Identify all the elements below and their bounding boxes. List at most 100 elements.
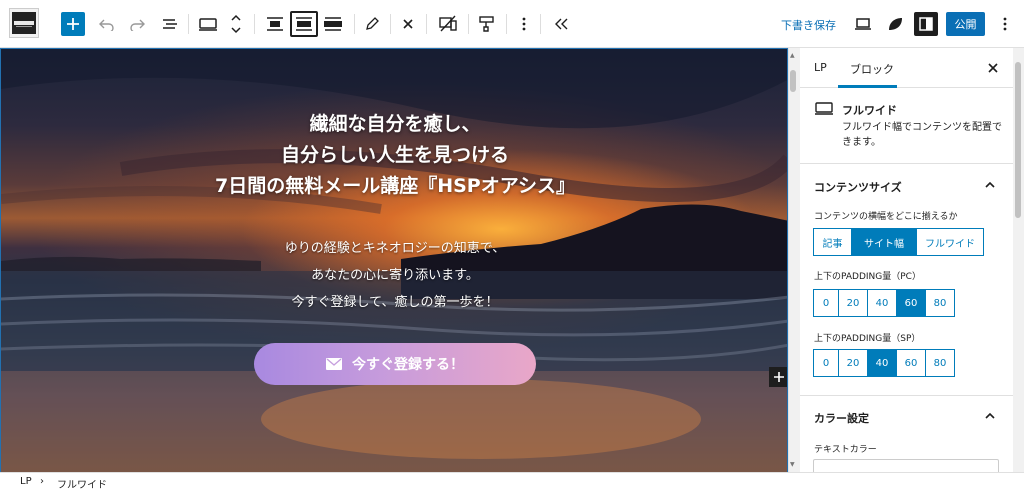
theme-button[interactable] <box>884 12 906 36</box>
align-option-full-width[interactable]: フルワイド <box>916 228 984 256</box>
text-color-label: テキストカラー <box>814 445 877 455</box>
cta-label: 今すぐ登録する！ <box>352 357 464 373</box>
padding-sp-option[interactable]: 0 <box>813 349 838 377</box>
text-color-picker[interactable] <box>813 459 999 472</box>
align-wide-button[interactable] <box>290 11 318 37</box>
toolbar-divider <box>354 14 355 34</box>
align-option-article[interactable]: 記事 <box>813 228 851 256</box>
panel-divider <box>800 395 1014 396</box>
breadcrumb-root[interactable]: LP <box>20 476 32 487</box>
padding-pc-label: 上下のPADDING量（PC） <box>814 272 921 282</box>
align-full-icon <box>324 17 342 31</box>
breadcrumb-current[interactable]: フルワイド <box>57 476 107 491</box>
close-sidebar-button[interactable] <box>986 60 1000 74</box>
full-width-block-icon <box>814 101 834 121</box>
hero-title-line: 7日間の無料メール講座『HSPオアシス』 <box>215 175 575 197</box>
close-icon <box>403 19 413 29</box>
toolbar-divider <box>390 14 391 34</box>
align-wide-icon <box>296 17 312 31</box>
undo-button[interactable] <box>96 12 116 36</box>
chevron-up-icon[interactable] <box>984 410 996 422</box>
content-size-panel-title[interactable]: コンテンツサイズ <box>814 179 902 195</box>
padding-sp-option[interactable]: 40 <box>867 349 896 377</box>
remove-button[interactable] <box>398 12 418 36</box>
desktop-preview-icon <box>855 18 871 30</box>
format-button[interactable] <box>476 12 498 36</box>
tab-lp[interactable]: LP <box>814 61 827 74</box>
padding-pc-option[interactable]: 80 <box>925 289 955 317</box>
move-up-down-icon <box>231 14 241 34</box>
padding-sp-option[interactable]: 60 <box>896 349 925 377</box>
scroll-down-arrow-icon[interactable]: ▼ <box>790 461 795 468</box>
move-block-button[interactable] <box>228 10 244 38</box>
list-view-icon <box>163 19 177 29</box>
block-inserter-button[interactable] <box>769 367 787 387</box>
publish-button[interactable]: 公開 <box>946 12 985 36</box>
hero-title: 繊細な自分を癒し、 自分らしい人生を見つける 7日間の無料メール講座『HSPオア… <box>1 109 787 202</box>
editor-toolbar: 下書き保存 公開 <box>0 0 1024 48</box>
full-width-block-canvas[interactable]: 繊細な自分を癒し、 自分らしい人生を見つける 7日間の無料メール講座『HSPオア… <box>0 48 788 472</box>
toolbar-divider <box>188 14 189 34</box>
mail-icon <box>326 358 342 370</box>
padding-sp-label: 上下のPADDING量（SP） <box>814 334 921 344</box>
hero-subtitle-line: あなたの心に寄り添います。 <box>311 268 479 283</box>
plus-icon <box>774 372 784 382</box>
align-option-site-width[interactable]: サイト幅 <box>851 228 916 256</box>
canvas-scrollbar[interactable] <box>788 48 800 472</box>
preview-button[interactable] <box>852 12 874 36</box>
scroll-up-arrow-icon[interactable]: ▲ <box>790 52 795 59</box>
padding-pc-option[interactable]: 60 <box>896 289 925 317</box>
color-panel-title[interactable]: カラー設定 <box>814 410 869 426</box>
settings-panel-icon <box>919 17 933 31</box>
site-logo[interactable] <box>9 8 39 38</box>
edit-button[interactable] <box>362 12 382 36</box>
settings-button[interactable] <box>914 12 938 36</box>
tab-block[interactable]: ブロック <box>850 61 894 77</box>
padding-pc-toggle: 0 20 40 60 80 <box>813 289 955 317</box>
canvas-scroll-thumb[interactable] <box>790 70 796 92</box>
content-align-label: コンテンツの横幅をどこに揃えるか <box>814 212 958 222</box>
align-full-button[interactable] <box>320 12 346 36</box>
settings-sidebar: LP ブロック フルワイド フルワイド幅でコンテンツを配置できます。 コンテンツ… <box>800 48 1024 472</box>
options-button[interactable] <box>998 12 1012 36</box>
block-options-button[interactable] <box>516 12 532 36</box>
breadcrumb-separator-icon: › <box>40 476 44 487</box>
paint-roller-icon <box>479 16 494 32</box>
hide-device-icon <box>439 15 457 32</box>
padding-sp-option[interactable]: 80 <box>925 349 955 377</box>
add-block-button[interactable] <box>61 12 85 36</box>
more-vertical-icon <box>522 17 526 31</box>
redo-icon <box>130 19 145 31</box>
block-name: フルワイド <box>842 104 897 117</box>
full-width-block-icon <box>199 18 217 31</box>
collapse-toolbar-button[interactable] <box>552 12 572 36</box>
align-none-icon <box>267 17 283 31</box>
toolbar-divider <box>506 14 507 34</box>
list-view-button[interactable] <box>160 12 180 36</box>
block-breadcrumb: LP › フルワイド <box>0 472 1024 491</box>
hero-title-line: 繊細な自分を癒し、 <box>309 113 481 135</box>
block-card: フルワイド フルワイド幅でコンテンツを配置できます。 <box>800 88 1024 164</box>
close-icon <box>988 63 998 73</box>
align-none-button[interactable] <box>262 12 288 36</box>
padding-pc-option[interactable]: 40 <box>867 289 896 317</box>
chevron-up-icon[interactable] <box>984 179 996 191</box>
padding-sp-option[interactable]: 20 <box>838 349 867 377</box>
redo-button[interactable] <box>128 12 148 36</box>
padding-sp-toggle: 0 20 40 60 80 <box>813 349 955 377</box>
brand-leaf-icon <box>889 18 902 30</box>
padding-pc-option[interactable]: 20 <box>838 289 867 317</box>
hero-subtitle: ゆりの経験とキネオロジーの知恵で、 あなたの心に寄り添います。 今すぐ登録して、… <box>1 235 787 316</box>
block-type-button[interactable] <box>196 12 220 36</box>
signup-cta-button[interactable]: 今すぐ登録する！ <box>254 343 536 385</box>
padding-pc-option[interactable]: 0 <box>813 289 838 317</box>
save-draft-button[interactable]: 下書き保存 <box>781 17 836 33</box>
sidebar-scroll-thumb[interactable] <box>1015 62 1021 218</box>
site-logo-image <box>12 12 36 34</box>
hide-on-device-button[interactable] <box>436 12 460 36</box>
pencil-icon <box>366 17 379 30</box>
sidebar-tabs: LP ブロック <box>800 48 1024 88</box>
more-vertical-icon <box>1003 17 1007 31</box>
content-align-toggle: 記事 サイト幅 フルワイド <box>813 228 984 256</box>
hero-subtitle-line: ゆりの経験とキネオロジーの知恵で、 <box>284 241 506 256</box>
